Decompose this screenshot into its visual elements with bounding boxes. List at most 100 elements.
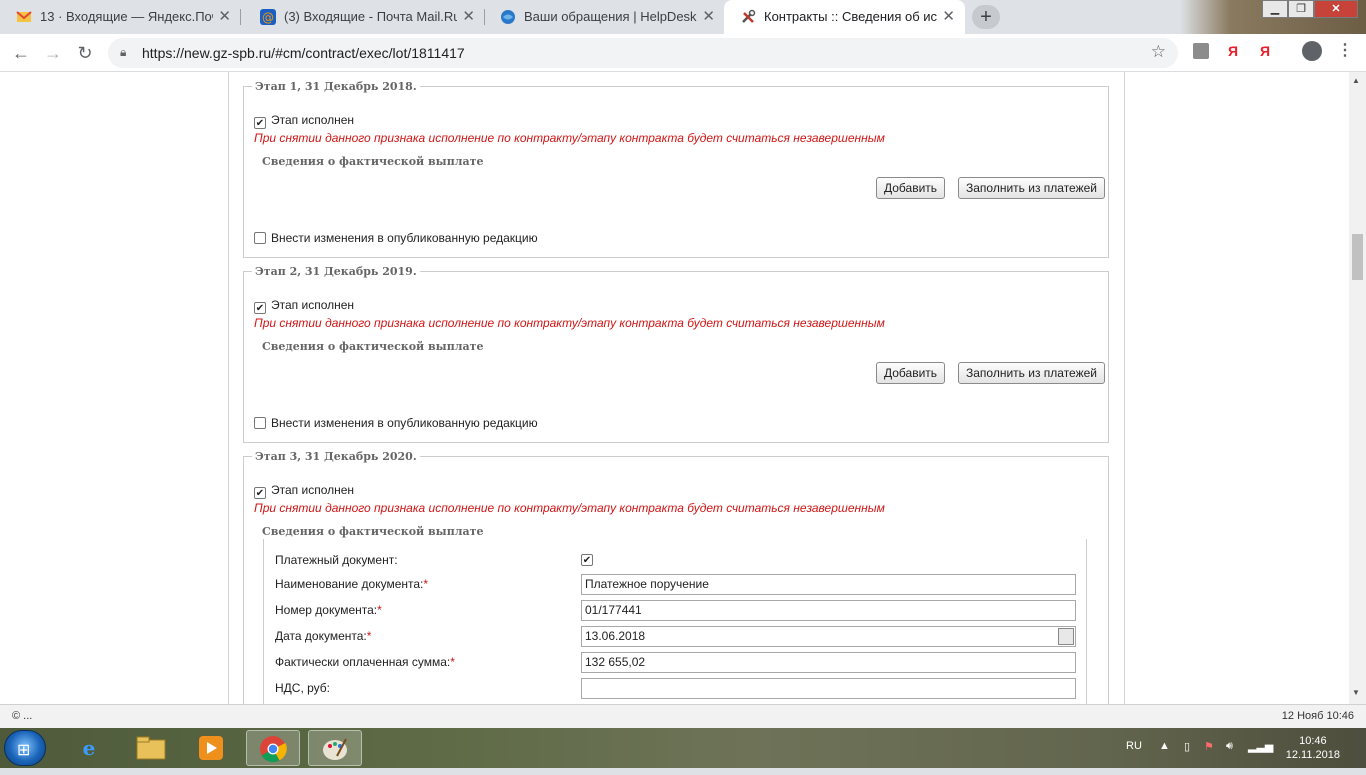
stage-completed-label: Этап исполнен xyxy=(271,113,355,127)
file-explorer-icon[interactable] xyxy=(124,730,178,766)
doc-number-label: Номер документа:* xyxy=(275,603,382,617)
volume-icon[interactable]: 🔊︎ xyxy=(1226,740,1233,753)
calendar-icon[interactable] xyxy=(1058,628,1074,645)
scroll-thumb[interactable] xyxy=(1352,234,1363,280)
menu-dots-icon[interactable]: ⋮ xyxy=(1337,40,1353,60)
uncheck-warning: При снятии данного признака исполнение п… xyxy=(254,501,885,515)
tab-title: Ваши обращения | HelpDesk - с xyxy=(524,9,697,24)
status-right-text: 12 Нояб 10:46 xyxy=(1281,710,1354,722)
stage-completed-label: Этап исполнен xyxy=(271,298,355,312)
system-tray: RU ▲ ▯ ⚑ 🔊︎ ▂▃▅ 10:46 12.11.2018 xyxy=(1116,728,1366,768)
browser-status-bar: © ... 12 Нояб 10:46 xyxy=(0,704,1366,728)
address-bar[interactable]: 🔒︎ https://new.gz-spb.ru/#cm/contract/ex… xyxy=(108,38,1178,68)
close-tab-icon[interactable]: ✕ xyxy=(942,0,955,34)
required-mark: * xyxy=(450,655,455,669)
edit-published-checkbox[interactable] xyxy=(254,417,266,429)
lock-icon: 🔒︎ xyxy=(120,45,127,59)
doc-date-label: Дата документа:* xyxy=(275,629,371,643)
doc-date-label-text: Дата документа: xyxy=(275,629,367,643)
doc-date-field[interactable]: 13.06.2018 xyxy=(581,626,1076,647)
battery-icon[interactable]: ▯ xyxy=(1184,740,1190,753)
required-mark: * xyxy=(423,577,429,591)
uncheck-warning: При снятии данного признака исполнение п… xyxy=(254,131,885,145)
stage-completed-checkbox[interactable]: ✔ xyxy=(254,117,266,129)
uncheck-warning: При снятии данного признака исполнение п… xyxy=(254,316,885,330)
paid-sum-label: Фактически оплаченная сумма:* xyxy=(275,655,455,669)
mailru-at-icon: @ xyxy=(260,9,276,25)
close-tab-icon[interactable]: ✕ xyxy=(702,0,715,34)
tab-helpdesk[interactable]: Ваши обращения | HelpDesk - с ✕ xyxy=(484,0,725,34)
action-center-icon[interactable]: ⚑ xyxy=(1204,740,1214,753)
new-tab-button[interactable]: + xyxy=(972,5,1000,29)
svg-text:@: @ xyxy=(262,11,274,25)
page-scrollbar[interactable]: ▲ ▼ xyxy=(1349,72,1366,704)
back-arrow-icon[interactable]: ← xyxy=(8,40,34,66)
tab-title: Контракты :: Сведения об испол xyxy=(764,9,937,24)
media-player-icon[interactable] xyxy=(184,730,238,766)
add-payment-button[interactable]: Добавить xyxy=(876,362,946,384)
fill-from-payments-button[interactable]: Заполнить из платежей xyxy=(958,177,1105,199)
payment-form: Платежный документ: ✔ Наименование докум… xyxy=(263,539,1087,704)
edit-published-row[interactable]: Внести изменения в опубликованную редакц… xyxy=(254,416,538,430)
paint-icon[interactable] xyxy=(308,730,362,766)
doc-name-label: Наименование документа:* xyxy=(275,577,428,591)
tab-title: (3) Входящие - Почта Mail.Ru xyxy=(284,9,457,24)
windows-logo-icon: ⊞ xyxy=(17,742,31,759)
stage-legend: Этап 2, 31 Декабрь 2019. xyxy=(255,265,417,278)
internet-explorer-icon[interactable]: e xyxy=(62,730,116,766)
stage-2-fieldset: Этап 2, 31 Декабрь 2019. ✔ Этап исполнен … xyxy=(243,265,1109,443)
forward-arrow-icon[interactable]: → xyxy=(40,40,66,66)
scroll-up-arrow-icon[interactable]: ▲ xyxy=(1352,76,1360,85)
stage-completed-row[interactable]: ✔ Этап исполнен xyxy=(254,483,354,499)
close-tab-icon[interactable]: ✕ xyxy=(462,0,475,34)
show-hidden-icons-icon[interactable]: ▲ xyxy=(1159,740,1170,752)
paid-sum-field[interactable]: 132 655,02 xyxy=(581,652,1076,673)
clock-date: 12.11.2018 xyxy=(1285,749,1340,761)
chrome-icon[interactable] xyxy=(246,730,300,766)
payment-info-title: Сведения о фактической выплате xyxy=(262,525,484,538)
profile-avatar-icon[interactable] xyxy=(1302,41,1322,61)
add-payment-button[interactable]: Добавить xyxy=(876,177,946,199)
clock-time: 10:46 xyxy=(1299,735,1327,747)
vat-field[interactable] xyxy=(581,678,1076,699)
maximize-window-button[interactable]: ❐ xyxy=(1288,0,1314,18)
stage-legend: Этап 3, 31 Декабрь 2020. xyxy=(255,450,417,463)
url-text[interactable]: https://new.gz-spb.ru/#cm/contract/exec/… xyxy=(142,45,465,61)
yandex-mail-icon xyxy=(16,11,32,22)
yandex-extension-icon[interactable]: Я xyxy=(1260,43,1270,59)
stage-completed-checkbox[interactable]: ✔ xyxy=(254,302,266,314)
vat-label: НДС, руб: xyxy=(275,681,331,695)
language-indicator[interactable]: RU xyxy=(1126,740,1142,752)
edit-published-checkbox[interactable] xyxy=(254,232,266,244)
stage-completed-row[interactable]: ✔ Этап исполнен xyxy=(254,298,354,314)
doc-number-field[interactable]: 01/177441 xyxy=(581,600,1076,621)
stage-completed-checkbox[interactable]: ✔ xyxy=(254,487,266,499)
start-button[interactable]: ⊞ xyxy=(4,730,46,766)
payment-doc-label: Платежный документ: xyxy=(275,553,398,567)
extension-icon[interactable] xyxy=(1193,43,1209,59)
stage-completed-label: Этап исполнен xyxy=(271,483,355,497)
edit-published-row[interactable]: Внести изменения в опубликованную редакц… xyxy=(254,231,538,245)
minimize-window-button[interactable]: ▁ xyxy=(1262,0,1288,18)
edit-published-label: Внести изменения в опубликованную редакц… xyxy=(271,416,538,430)
reload-icon[interactable]: ↻ xyxy=(72,40,98,66)
stage-1-fieldset: Этап 1, 31 Декабрь 2018. ✔ Этап исполнен … xyxy=(243,80,1109,258)
tab-yandex-mail[interactable]: 13 · Входящие — Яндекс.Почта ✕ xyxy=(0,0,241,34)
browser-toolbar: ← → ↻ 🔒︎ https://new.gz-spb.ru/#cm/contr… xyxy=(0,34,1366,72)
yandex-extension-icon[interactable]: Я xyxy=(1228,43,1238,59)
close-window-button[interactable]: ✕ xyxy=(1314,0,1358,18)
doc-name-field[interactable]: Платежное поручение xyxy=(581,574,1076,595)
fill-from-payments-button[interactable]: Заполнить из платежей xyxy=(958,362,1105,384)
doc-date-value: 13.06.2018 xyxy=(585,629,646,643)
network-signal-icon[interactable]: ▂▃▅ xyxy=(1248,740,1273,753)
scroll-down-arrow-icon[interactable]: ▼ xyxy=(1352,688,1360,697)
windows-taskbar: ⊞ e RU ▲ ▯ ⚑ 🔊︎ ▂▃▅ 10:46 12.11.2018 xyxy=(0,728,1366,768)
tab-separator xyxy=(240,9,241,25)
payment-doc-checkbox[interactable]: ✔ xyxy=(581,554,593,566)
clock[interactable]: 10:46 12.11.2018 xyxy=(1286,734,1340,762)
bookmark-star-icon[interactable]: ☆ xyxy=(1151,42,1166,62)
tab-mailru[interactable]: @ (3) Входящие - Почта Mail.Ru ✕ xyxy=(244,0,485,34)
close-tab-icon[interactable]: ✕ xyxy=(218,0,231,34)
tab-contracts[interactable]: Контракты :: Сведения об испол ✕ xyxy=(724,0,965,34)
stage-completed-row[interactable]: ✔ Этап исполнен xyxy=(254,113,354,129)
